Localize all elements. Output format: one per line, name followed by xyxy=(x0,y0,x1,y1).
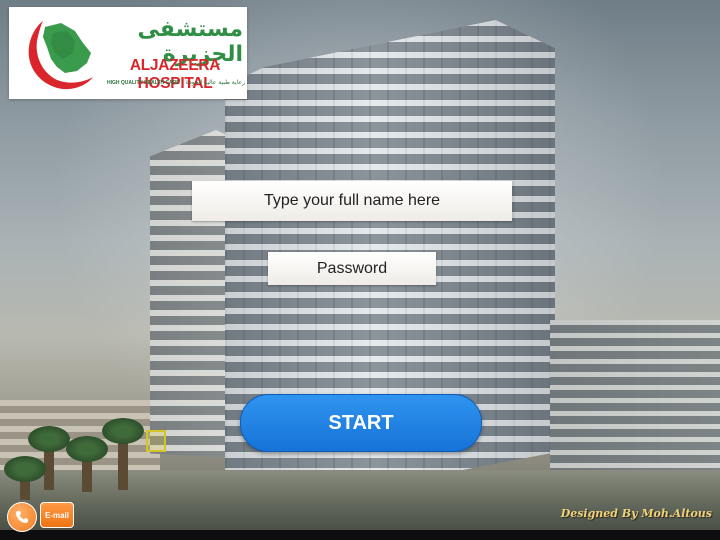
email-button[interactable]: E-mail xyxy=(40,502,74,528)
full-name-input[interactable]: Type your full name here xyxy=(192,181,512,221)
logo-english-name: ALJAZEERA HOSPITAL xyxy=(129,57,221,92)
password-input[interactable]: Password xyxy=(268,252,436,285)
logo-tagline: HIGH QUALITY HEALTH CARE xyxy=(107,80,180,86)
logo-tagline-arabic: رعاية طبية عالية الجودة xyxy=(185,79,245,86)
start-button[interactable]: START xyxy=(240,394,482,452)
phone-icon xyxy=(16,511,28,523)
hospital-logo: مستشفى الجزيرة ALJAZEERA HOSPITAL HIGH Q… xyxy=(9,7,247,99)
logo-emblem-icon xyxy=(28,21,94,90)
phone-button[interactable] xyxy=(7,502,37,532)
designer-credit: Designed By Moh.Altous xyxy=(560,507,712,520)
decorative-box xyxy=(146,430,166,452)
